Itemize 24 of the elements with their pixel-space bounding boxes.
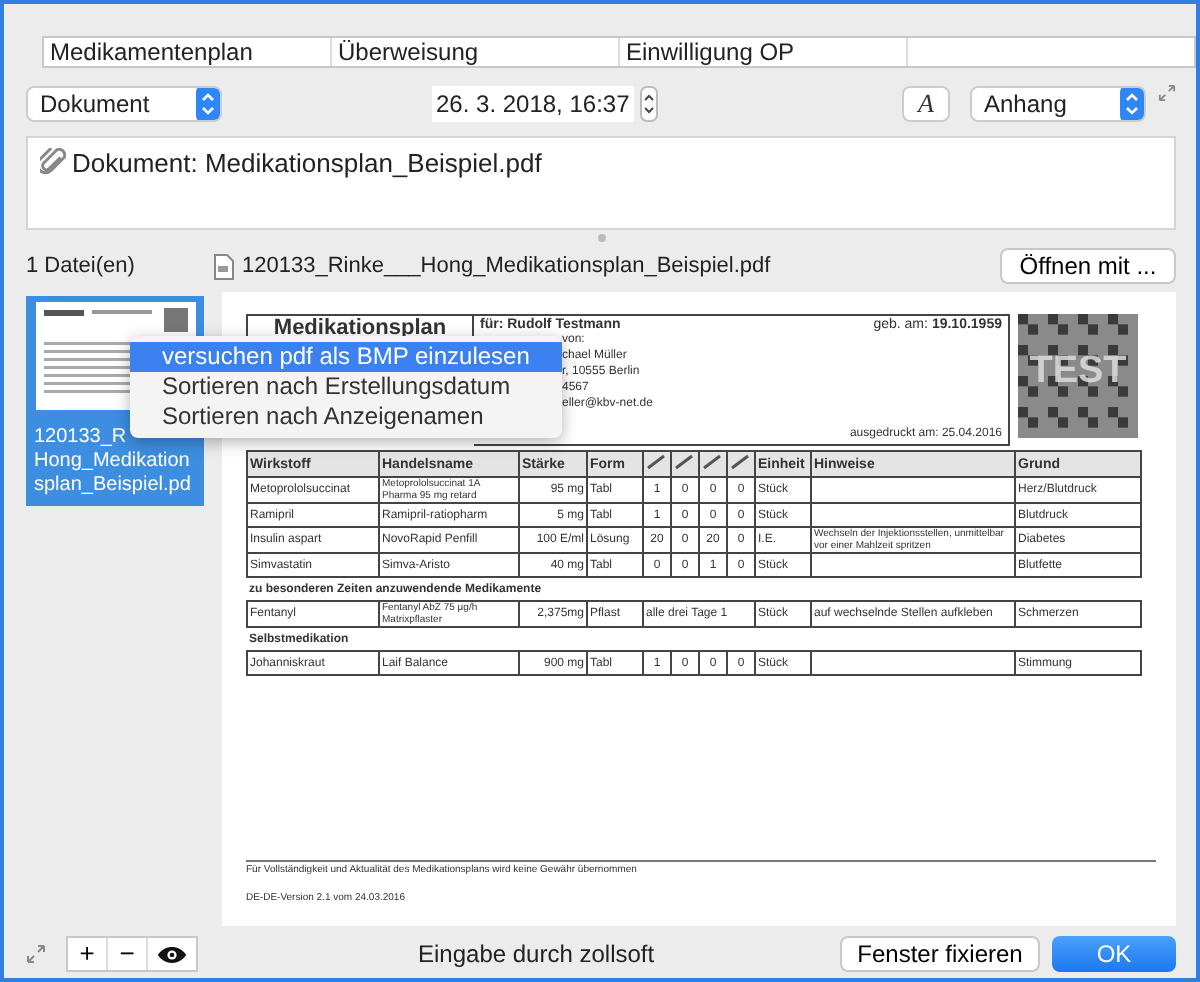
font-button[interactable]: A bbox=[902, 85, 950, 121]
expand-icon[interactable] bbox=[1158, 84, 1176, 102]
expand-icon[interactable] bbox=[26, 944, 46, 964]
tab[interactable]: Einwilligung OP bbox=[620, 38, 908, 66]
paperclip-icon bbox=[40, 148, 66, 178]
status-text: Eingabe durch zollsoft bbox=[418, 940, 657, 968]
file-caption: 120133_R bbox=[32, 426, 127, 450]
document-type-select[interactable]: Dokument bbox=[26, 85, 222, 121]
note-text: Dokument: Medikationsplan_Beispiel.pdf bbox=[72, 148, 542, 178]
menu-item[interactable]: versuchen pdf als BMP einzulesen bbox=[130, 342, 562, 372]
file-caption: splan_Beispiel.pd bbox=[32, 474, 191, 498]
tab[interactable]: Medikamentenplan bbox=[44, 38, 332, 66]
file-caption: Hong_Medikation bbox=[32, 450, 190, 474]
document-icon bbox=[214, 253, 234, 279]
date-field[interactable]: 26. 3. 2018, 16:37 bbox=[432, 85, 634, 121]
open-with-button[interactable]: Öffnen mit ... bbox=[1000, 248, 1176, 284]
tab[interactable]: Überweisung bbox=[332, 38, 620, 66]
file-name: 120133_Rinke___Hong_Medikationsplan_Beispiel.pdf bbox=[242, 254, 773, 278]
stepper-icon[interactable] bbox=[639, 85, 658, 121]
attachment-type-select[interactable]: Anhang bbox=[970, 85, 1146, 121]
split-handle[interactable] bbox=[597, 234, 605, 242]
note-field[interactable]: Dokument: Medikationsplan_Beispiel.pdf bbox=[26, 136, 1176, 230]
file-count: 1 Datei(en) bbox=[26, 254, 137, 278]
pin-window-button[interactable]: Fenster fixieren bbox=[840, 936, 1040, 972]
